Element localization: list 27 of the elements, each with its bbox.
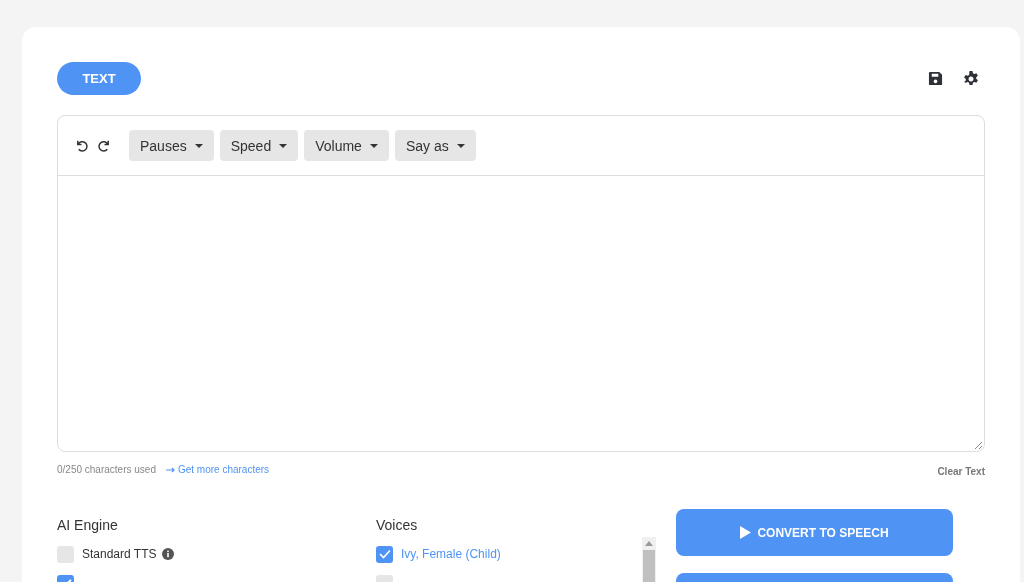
caret-icon: [279, 143, 288, 148]
info-icon[interactable]: [162, 548, 175, 560]
clear-text-link[interactable]: Clear Text: [937, 466, 985, 477]
play-icon: [740, 526, 752, 539]
character-counter: 0/250 characters used: [57, 464, 156, 475]
save-icon[interactable]: [928, 71, 943, 86]
caret-icon: [456, 143, 465, 148]
dropdown-button[interactable]: Pauses: [129, 130, 214, 161]
section-title: AI Engine: [57, 517, 119, 533]
caret-icon: [369, 143, 378, 148]
checkbox[interactable]: [57, 545, 74, 563]
settings-icon[interactable]: [963, 70, 979, 87]
caret-icon: [194, 143, 203, 148]
dropdown-button[interactable]: Say as: [394, 130, 476, 161]
checkmark-icon: [378, 549, 391, 559]
checkbox[interactable]: [376, 545, 393, 563]
scroll-up-icon[interactable]: [645, 541, 653, 546]
dropdown-button[interactable]: Speed: [219, 130, 299, 161]
undo-icon[interactable]: [75, 139, 88, 152]
option-label[interactable]: Standard TTS: [82, 547, 157, 561]
dropdown-button[interactable]: Volume: [304, 130, 389, 161]
text-editor[interactable]: Pauses Speed Volume Say as: [57, 115, 985, 452]
arrow-icon: [165, 466, 176, 473]
redo-icon[interactable]: [98, 139, 111, 152]
resize-handle-icon[interactable]: [975, 442, 982, 449]
section-title: Voices: [376, 517, 419, 533]
scrollbar[interactable]: [642, 537, 656, 582]
